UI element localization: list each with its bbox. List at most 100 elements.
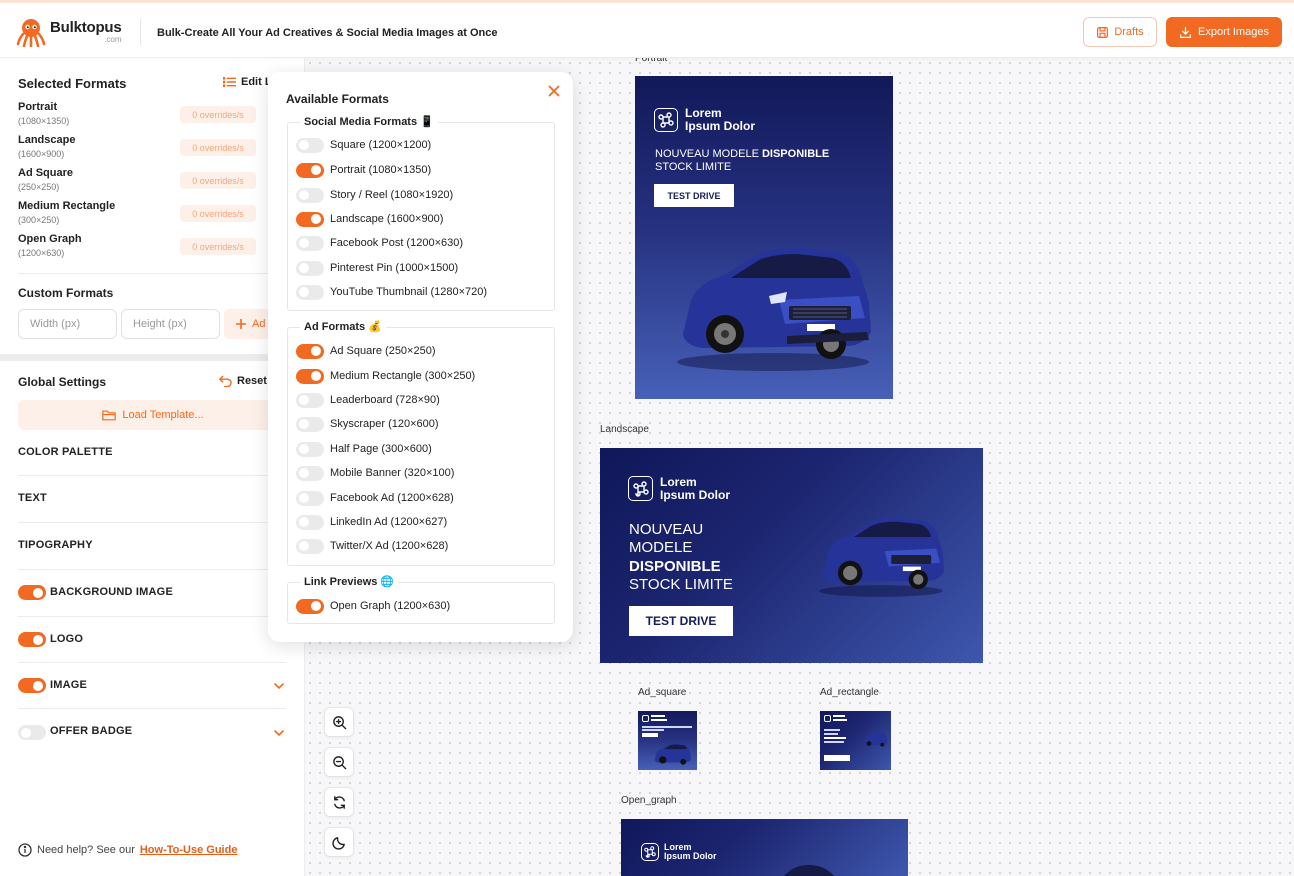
overrides-badge[interactable]: 0 overrides/s — [180, 205, 256, 222]
logo-toggle[interactable] — [18, 632, 46, 647]
brand-line2: Ipsum Dolor — [660, 487, 731, 502]
color-palette-section[interactable]: COLOR PALETTE — [18, 446, 113, 458]
save-icon — [1097, 26, 1109, 38]
portrait-preview[interactable]: Lorem Ipsum Dolor NOUVEAU MODELE DISPONI… — [635, 76, 893, 399]
format-toggle[interactable] — [296, 235, 324, 251]
headline-line: MODELE — [629, 539, 693, 557]
format-option[interactable]: Leaderboard (728×90) — [296, 392, 440, 408]
info-icon — [18, 843, 32, 857]
ad-rectangle-preview[interactable] — [820, 711, 891, 770]
text-section[interactable]: TEXT — [18, 492, 47, 504]
format-option[interactable]: Half Page (300×600) — [296, 441, 432, 457]
format-option[interactable]: Open Graph (1200×630) — [296, 598, 450, 614]
top-bar: Bulktopus .com Bulk-Create All Your Ad C… — [0, 0, 1294, 58]
app-logo[interactable]: Bulktopus .com — [16, 17, 122, 47]
landscape-preview[interactable]: Lorem Ipsum Dolor NOUVEAU MODELE DISPONI… — [600, 448, 983, 663]
overrides-badge[interactable]: 0 overrides/s — [180, 238, 256, 255]
format-toggle[interactable] — [296, 514, 324, 530]
format-toggle[interactable] — [296, 343, 324, 359]
format-toggle[interactable] — [296, 392, 324, 408]
format-option[interactable]: Landscape (1600×900) — [296, 211, 443, 227]
format-option[interactable]: Skyscraper (120×600) — [296, 416, 439, 432]
format-option[interactable]: Facebook Ad (1200×628) — [296, 490, 454, 506]
edit-list-label: Edit L — [241, 76, 272, 88]
group-legend: Social Media Formats 📱 — [300, 115, 438, 128]
export-images-button[interactable]: Export Images — [1166, 17, 1282, 47]
headline-line: STOCK LIMITE — [629, 575, 733, 593]
overrides-badge[interactable]: 0 overrides/s — [180, 106, 256, 123]
reset-label: Reset — [237, 375, 267, 387]
image-toggle[interactable] — [18, 678, 46, 693]
format-toggle[interactable] — [296, 260, 324, 276]
left-sidebar: Selected Formats Edit L Portrait (1080×1… — [0, 58, 305, 876]
format-toggle[interactable] — [296, 538, 324, 554]
format-toggle[interactable] — [296, 187, 324, 203]
drafts-button[interactable]: Drafts — [1083, 17, 1157, 47]
chevron-down-icon[interactable] — [272, 726, 286, 740]
load-template-label: Load Template... — [122, 409, 204, 421]
format-option-label: Half Page (300×600) — [330, 443, 432, 455]
format-option-label: Leaderboard (728×90) — [330, 394, 440, 406]
open-graph-preview[interactable]: Lorem Ipsum Dolor — [621, 819, 908, 876]
format-toggle[interactable] — [296, 416, 324, 432]
banner-logo: Lorem Ipsum Dolor — [641, 842, 717, 862]
typography-section[interactable]: TIPOGRAPHY — [18, 539, 93, 551]
section-separator — [0, 354, 305, 361]
format-toggle[interactable] — [296, 284, 324, 300]
reset-view-button[interactable] — [324, 787, 354, 817]
format-option[interactable]: Twitter/X Ad (1200×628) — [296, 538, 448, 554]
format-toggle[interactable] — [296, 490, 324, 506]
overrides-badge[interactable]: 0 overrides/s — [180, 172, 256, 189]
format-option[interactable]: Medium Rectangle (300×250) — [296, 368, 475, 384]
offer-badge-toggle[interactable] — [18, 725, 46, 740]
load-template-button[interactable]: Load Template... — [18, 400, 288, 430]
format-toggle[interactable] — [296, 137, 324, 153]
format-option-label: Pinterest Pin (1000×1500) — [330, 262, 459, 274]
format-toggle[interactable] — [296, 368, 324, 384]
format-option[interactable]: LinkedIn Ad (1200×627) — [296, 514, 447, 530]
format-option-label: Facebook Ad (1200×628) — [330, 492, 454, 504]
zoom-in-button[interactable] — [324, 707, 354, 737]
selected-format-name: Landscape — [18, 134, 76, 146]
format-option-label: YouTube Thumbnail (1280×720) — [330, 286, 488, 298]
format-toggle[interactable] — [296, 211, 324, 227]
how-to-use-guide-link[interactable]: How-To-Use Guide — [140, 844, 238, 856]
available-formats-panel: Available Formats Social Media Formats 📱… — [268, 72, 573, 642]
banner-logo: Lorem Ipsum Dolor — [654, 107, 755, 132]
divider — [18, 273, 286, 274]
format-option-label: Medium Rectangle (300×250) — [330, 370, 476, 382]
download-icon — [1180, 26, 1192, 38]
format-toggle[interactable] — [296, 162, 324, 178]
format-toggle[interactable] — [296, 598, 324, 614]
overrides-badge[interactable]: 0 overrides/s — [180, 139, 256, 156]
open-graph-preview-label: Open_graph — [621, 795, 677, 806]
edit-list-button[interactable]: Edit L — [223, 76, 272, 88]
banner-headline: NOUVEAU MODELE DISPONIBLE STOCK LIMITE — [629, 521, 733, 594]
car-image — [819, 517, 944, 597]
undo-icon — [219, 375, 232, 387]
selected-format-name: Medium Rectangle — [18, 200, 116, 212]
zoom-out-button[interactable] — [324, 747, 354, 777]
format-option[interactable]: Facebook Post (1200×630) — [296, 235, 463, 251]
dark-mode-button[interactable] — [324, 827, 354, 857]
format-option[interactable]: Pinterest Pin (1000×1500) — [296, 260, 458, 276]
format-option[interactable]: Portrait (1080×1350) — [296, 162, 431, 178]
format-option[interactable]: YouTube Thumbnail (1280×720) — [296, 284, 487, 300]
format-option[interactable]: Ad Square (250×250) — [296, 343, 436, 359]
format-option[interactable]: Mobile Banner (320×100) — [296, 465, 454, 481]
format-option[interactable]: Story / Reel (1080×1920) — [296, 187, 453, 203]
width-input[interactable]: Width (px) — [18, 309, 117, 339]
chevron-down-icon[interactable] — [272, 679, 286, 693]
format-option[interactable]: Square (1200×1200) — [296, 137, 431, 153]
custom-formats-title: Custom Formats — [18, 286, 114, 300]
format-toggle[interactable] — [296, 441, 324, 457]
test-drive-cta: TEST DRIVE — [629, 606, 733, 636]
height-input[interactable]: Height (px) — [121, 309, 220, 339]
ad-square-preview[interactable] — [638, 711, 697, 770]
logo-label: LOGO — [50, 633, 84, 645]
background-image-toggle[interactable] — [18, 585, 46, 600]
app-tagline: Bulk-Create All Your Ad Creatives & Soci… — [157, 27, 498, 39]
reset-button[interactable]: Reset — [219, 375, 267, 387]
close-icon[interactable] — [548, 85, 560, 97]
format-toggle[interactable] — [296, 465, 324, 481]
